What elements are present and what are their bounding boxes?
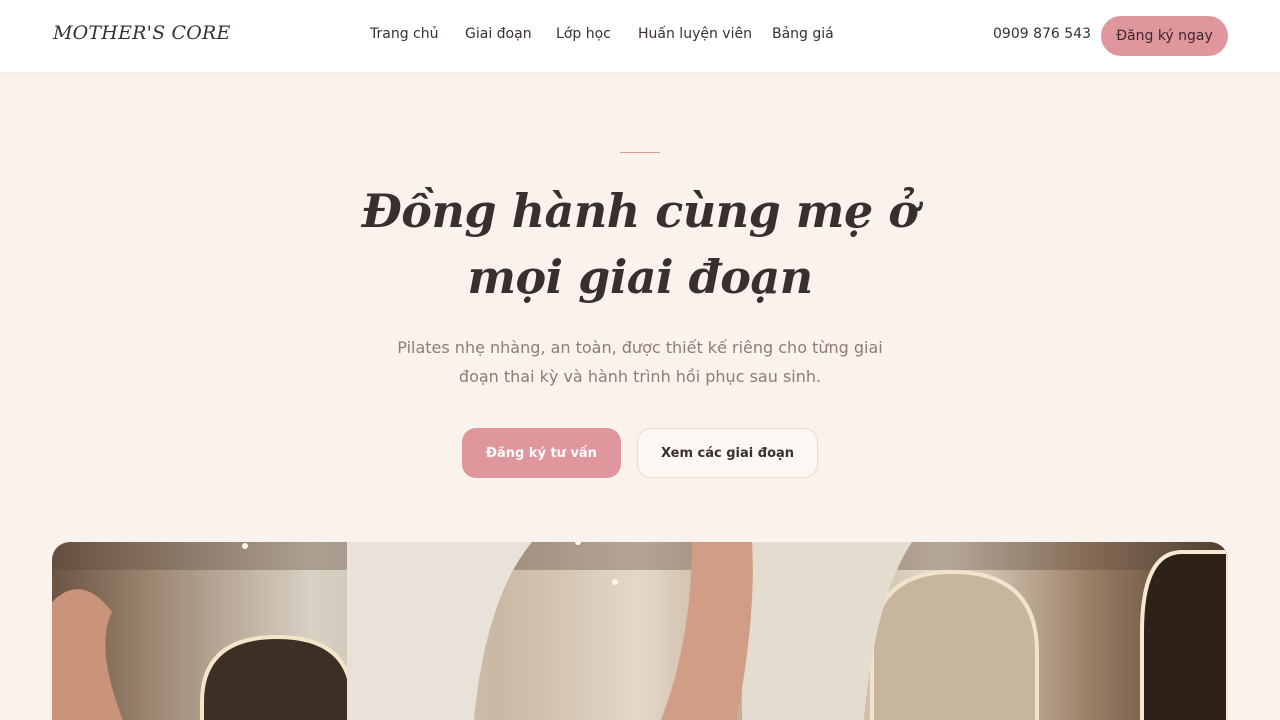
view-stages-button[interactable]: Xem các giai đoạn <box>637 428 818 478</box>
phone-number[interactable]: 0909 876 543 <box>993 26 1091 42</box>
register-now-button[interactable]: Đăng ký ngay <box>1101 16 1228 56</box>
hero-subtitle-line-2: đoạn thai kỳ và hành trình hồi phục sau … <box>458 367 822 386</box>
hero-title-line-1: Đồng hành cùng mẹ ở <box>361 184 919 238</box>
brand-logo[interactable]: MOTHER'S CORE <box>53 22 231 44</box>
nav-item-stages[interactable]: Giai đoạn <box>465 26 532 42</box>
nav-item-trainers[interactable]: Huấn luyện viên <box>638 26 752 42</box>
studio-scene-illustration <box>52 542 1228 720</box>
hero-title-line-2: mọi giai đoạn <box>467 250 813 304</box>
hero-subtitle-line-1: Pilates nhẹ nhàng, an toàn, được thiết k… <box>397 338 883 357</box>
hero-title: Đồng hành cùng mẹ ở mọi giai đoạn <box>340 178 940 310</box>
hero-divider <box>620 152 660 153</box>
hero-studio-photo <box>52 542 1228 720</box>
nav-item-pricing[interactable]: Bảng giá <box>772 26 834 42</box>
nav-item-home[interactable]: Trang chủ <box>370 26 438 42</box>
hero-subtitle: Pilates nhẹ nhàng, an toàn, được thiết k… <box>390 333 890 391</box>
site-header: MOTHER'S CORE Trang chủ Giai đoạn Lớp họ… <box>0 0 1280 72</box>
consultation-button[interactable]: Đăng ký tư vấn <box>462 428 621 478</box>
nav-item-classes[interactable]: Lớp học <box>556 26 611 42</box>
